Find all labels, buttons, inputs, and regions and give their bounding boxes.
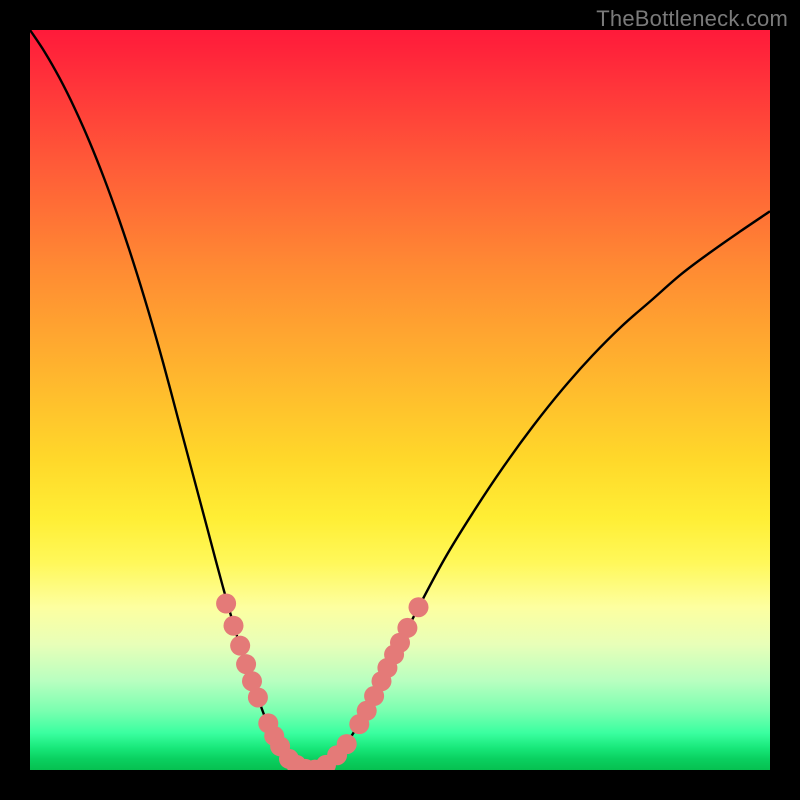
data-marker: [230, 636, 250, 656]
data-markers: [216, 594, 428, 771]
data-marker: [397, 618, 417, 638]
data-marker: [224, 616, 244, 636]
bottleneck-chart: [30, 30, 770, 770]
data-marker: [337, 734, 357, 754]
data-marker: [236, 654, 256, 674]
data-marker: [409, 597, 429, 617]
data-marker: [216, 594, 236, 614]
data-marker: [248, 687, 268, 707]
watermark-text: TheBottleneck.com: [596, 6, 788, 32]
chart-frame: TheBottleneck.com: [0, 0, 800, 800]
plot-area: [30, 30, 770, 770]
